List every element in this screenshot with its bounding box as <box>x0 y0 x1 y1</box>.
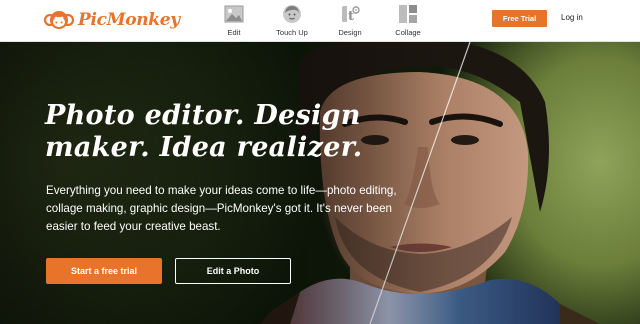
monkey-logo-icon <box>44 11 74 29</box>
nav-label: Touch Up <box>276 28 308 37</box>
brand-name: PicMonkey <box>78 10 180 30</box>
top-nav-bar: PicMonkey Edit Touch Up t Design Collage… <box>0 0 640 42</box>
nav-item-collage[interactable]: Collage <box>380 0 436 42</box>
hero-subtitle: Everything you need to make your ideas c… <box>46 184 397 233</box>
nav-label: Collage <box>395 28 421 37</box>
image-icon <box>223 3 245 25</box>
main-nav: Edit Touch Up t Design Collage <box>206 0 438 42</box>
hero-banner: Photo editor. Design maker. Idea realize… <box>0 42 640 324</box>
nav-label: Edit <box>227 28 241 37</box>
face-icon <box>281 3 303 25</box>
start-free-trial-button[interactable]: Start a free trial <box>46 258 162 284</box>
design-icon: t <box>339 3 361 25</box>
nav-item-design[interactable]: t Design <box>322 0 378 42</box>
login-link[interactable]: Log in <box>561 13 583 22</box>
hero-title: Photo editor. Design maker. Idea realize… <box>45 100 363 163</box>
collage-icon <box>397 3 419 25</box>
nav-item-edit[interactable]: Edit <box>206 0 262 42</box>
edit-photo-button[interactable]: Edit a Photo <box>175 258 291 284</box>
nav-label: Design <box>338 28 362 37</box>
picmonkey-logo[interactable]: PicMonkey <box>44 9 180 31</box>
free-trial-button[interactable]: Free Trial <box>492 10 547 27</box>
nav-item-touch-up[interactable]: Touch Up <box>264 0 320 42</box>
